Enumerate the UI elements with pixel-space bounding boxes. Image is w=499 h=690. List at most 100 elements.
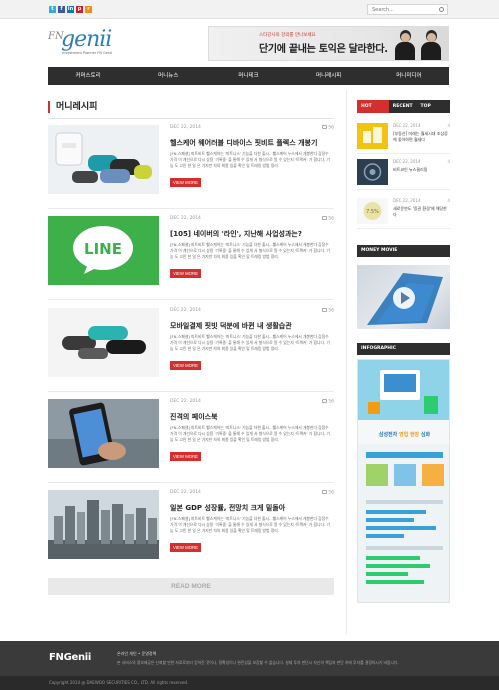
comment-icon	[322, 308, 328, 312]
article-date: DEC 22, 2014	[170, 308, 201, 313]
article-title[interactable]: 일본 GDP 성장률, 전망치 크게 밑돌아	[170, 503, 285, 513]
twitter-icon[interactable]: t	[49, 6, 56, 13]
comment-icon	[322, 490, 328, 494]
sidebar: HOT ISSUE RECENT TOP SHARE DEC 22, 2014 …	[346, 90, 450, 635]
read-more-button[interactable]: READ MORE	[48, 578, 334, 595]
hot-issue-date: DEC 22, 2014	[393, 123, 421, 128]
search-icon[interactable]	[439, 7, 444, 12]
hot-issue-title: [부동산] 미래는 월세시대 조삼증에 좋아하면 월세다	[393, 131, 448, 142]
article-excerpt: [FN-스페셜] 피트비트 헬스케어는 '피트니스' 기능을 더한 출시...헬…	[170, 242, 330, 259]
site-logo[interactable]: FN genii Investment Planner FN Genii	[48, 27, 118, 63]
comment-count: 56	[322, 308, 334, 313]
view-more-button[interactable]: VIEW MORE	[170, 361, 201, 370]
search-box	[367, 4, 448, 15]
main-nav: 커머스토리 머니뉴스 머니테크 머니레시피 머니미디어	[48, 67, 449, 85]
logo-name: genii	[61, 27, 112, 52]
hot-issue-title: 비트코인 뉴스클리핑	[393, 167, 428, 172]
comment-icon	[322, 216, 328, 220]
hot-issue-date: DEC 22, 2014	[393, 159, 421, 164]
footer: FNGenii 온라인 개인 • 운영정책 본 서비스의 정보제공은 신뢰할 만…	[0, 641, 499, 676]
comment-icon	[322, 125, 328, 129]
article-item: DEC 22, 2014 56 모바일결제 핏빗 덕분에 바뀐 내 생활습관 […	[48, 308, 334, 392]
article-date: DEC 22, 2014	[170, 490, 201, 495]
hot-issue-comments: 4	[447, 159, 450, 164]
facebook-icon[interactable]: f	[58, 6, 65, 13]
view-more-button[interactable]: VIEW MORE	[170, 543, 201, 552]
article-excerpt: [FN-스페셜] 피트비트 헬스케어는 '피트니스' 기능을 더한 출시...헬…	[170, 516, 330, 533]
tab-hot-issue[interactable]: HOT ISSUE	[357, 100, 389, 122]
hot-issue-item[interactable]: DEC 22, 2014 4 [부동산] 미래는 월세시대 조삼증에 좋아하면 …	[357, 120, 450, 154]
hot-issue-title: 새로운연도 '증권 환경'에 해당한다	[393, 206, 447, 217]
hot-issue-comments: 4	[447, 123, 450, 128]
article-thumbnail[interactable]	[48, 399, 159, 468]
copyright-text: Copyright 2014 @ DAEWOO SECURITIES CO., …	[49, 680, 189, 685]
nav-item-money-news[interactable]: 머니뉴스	[128, 67, 208, 85]
article-item: DEC 22, 2014 56 헬스케어 웨어러블 디바이스 핏비트 플렉스 개…	[48, 125, 334, 209]
comment-icon	[322, 399, 328, 403]
article-date: DEC 22, 2014	[170, 216, 201, 221]
tab-top-share[interactable]: TOP SHARE	[417, 100, 450, 122]
footer-logo[interactable]: FNGenii	[49, 652, 91, 663]
infographic-heading: 삼성전자 영업 현장 심화	[378, 432, 431, 438]
banner-headline: 단기에 끝내는 토익은 달라한다.	[259, 44, 388, 55]
money-movie-video[interactable]	[357, 265, 450, 329]
sidebar-tabs: HOT ISSUE RECENT TOP SHARE	[357, 100, 450, 122]
nav-item-commerce-story[interactable]: 커머스토리	[48, 67, 128, 85]
social-links: t f in p r	[49, 6, 92, 13]
footer-notice: 본 서비스의 정보제공은 신뢰할 만한 자료로부터 얻어진 것이나, 정확성이나…	[117, 660, 399, 665]
view-more-button[interactable]: VIEW MORE	[170, 452, 201, 461]
top-bar: t f in p r	[0, 0, 499, 19]
svg-text:LINE: LINE	[84, 240, 122, 258]
nav-item-money-media[interactable]: 머니미디어	[369, 67, 449, 85]
article-title[interactable]: [105] 네이버의 '라인', 지난해 사업성과는?	[170, 229, 302, 239]
divider	[48, 118, 334, 119]
pinterest-icon[interactable]: p	[76, 6, 83, 13]
article-item: LINE DEC 22, 2014 56 [105] 네이버의 '라인', 지난…	[48, 216, 334, 300]
hot-issue-item[interactable]: 7.5% DEC 22, 2014 4 새로운연도 '증권 환경'에 해당한다	[357, 195, 450, 229]
infographic-title: INFOGRAPHIC	[357, 343, 450, 355]
logo-tagline: Investment Planner FN Genii	[62, 51, 113, 55]
article-excerpt: [FN-스페셜] 피트비트 헬스케어는 '피트니스' 기능을 더한 출시...헬…	[170, 151, 330, 168]
comment-count: 56	[322, 216, 334, 221]
article-excerpt: [FN-스페셜] 피트비트 헬스케어는 '피트니스' 기능을 더한 출시...헬…	[170, 334, 330, 351]
banner-person-2	[421, 30, 441, 60]
hot-issue-badge: 7.5%	[366, 209, 379, 215]
banner-subtitle: 스타강사의 강의를 만나보세요	[259, 33, 316, 38]
divider	[48, 208, 334, 209]
article-title[interactable]: 진격의 페이스북	[170, 412, 218, 422]
money-movie-title: MONEY MOVIE	[357, 245, 450, 257]
comment-count: 56	[322, 490, 334, 495]
article-date: DEC 22, 2014	[170, 125, 201, 130]
ad-banner[interactable]: 스타강사의 강의를 만나보세요 단기에 끝내는 토익은 달라한다.	[208, 26, 449, 61]
search-input[interactable]	[368, 5, 436, 14]
article-title[interactable]: 헬스케어 웨어러블 디바이스 핏비트 플렉스 개봉기	[170, 138, 317, 148]
footer-links[interactable]: 온라인 개인 • 운영정책	[117, 651, 156, 657]
article-thumbnail[interactable]	[48, 125, 159, 194]
nav-item-money-recipe[interactable]: 머니레시피	[289, 67, 369, 85]
article-item: DEC 22, 2014 56 진격의 페이스북 [FN-스페셜] 피트비트 헬…	[48, 399, 334, 483]
linkedin-icon[interactable]: in	[67, 6, 74, 13]
article-title[interactable]: 모바일결제 핏빗 덕분에 바뀐 내 생활습관	[170, 321, 292, 331]
tab-recent[interactable]: RECENT	[389, 100, 417, 113]
article-thumbnail[interactable]	[48, 308, 159, 377]
divider	[48, 482, 334, 483]
rss-icon[interactable]: r	[85, 6, 92, 13]
hot-issue-item[interactable]: DEC 22, 2014 4 비트코인 뉴스클리핑	[357, 156, 450, 190]
view-more-button[interactable]: VIEW MORE	[170, 269, 201, 278]
banner-person-1	[395, 30, 415, 60]
hot-issue-thumbnail: 7.5%	[357, 198, 388, 224]
infographic-image[interactable]: 삼성전자 영업 현장 심화	[357, 359, 450, 603]
section-title: 머니레시피	[48, 101, 97, 113]
hot-issue-date: DEC 22, 2014	[393, 198, 421, 203]
comment-count: 56	[322, 125, 334, 130]
nav-item-money-tech[interactable]: 머니테크	[208, 67, 288, 85]
hot-issue-thumbnail	[357, 159, 388, 185]
article-item: DEC 22, 2014 56 일본 GDP 성장률, 전망치 크게 밑돌아 […	[48, 490, 334, 574]
divider	[48, 299, 334, 300]
article-thumbnail[interactable]: LINE	[48, 216, 159, 285]
article-thumbnail[interactable]	[48, 490, 159, 559]
hot-issue-thumbnail	[357, 123, 388, 149]
article-date: DEC 22, 2014	[170, 399, 201, 404]
divider	[48, 391, 334, 392]
view-more-button[interactable]: VIEW MORE	[170, 178, 201, 187]
